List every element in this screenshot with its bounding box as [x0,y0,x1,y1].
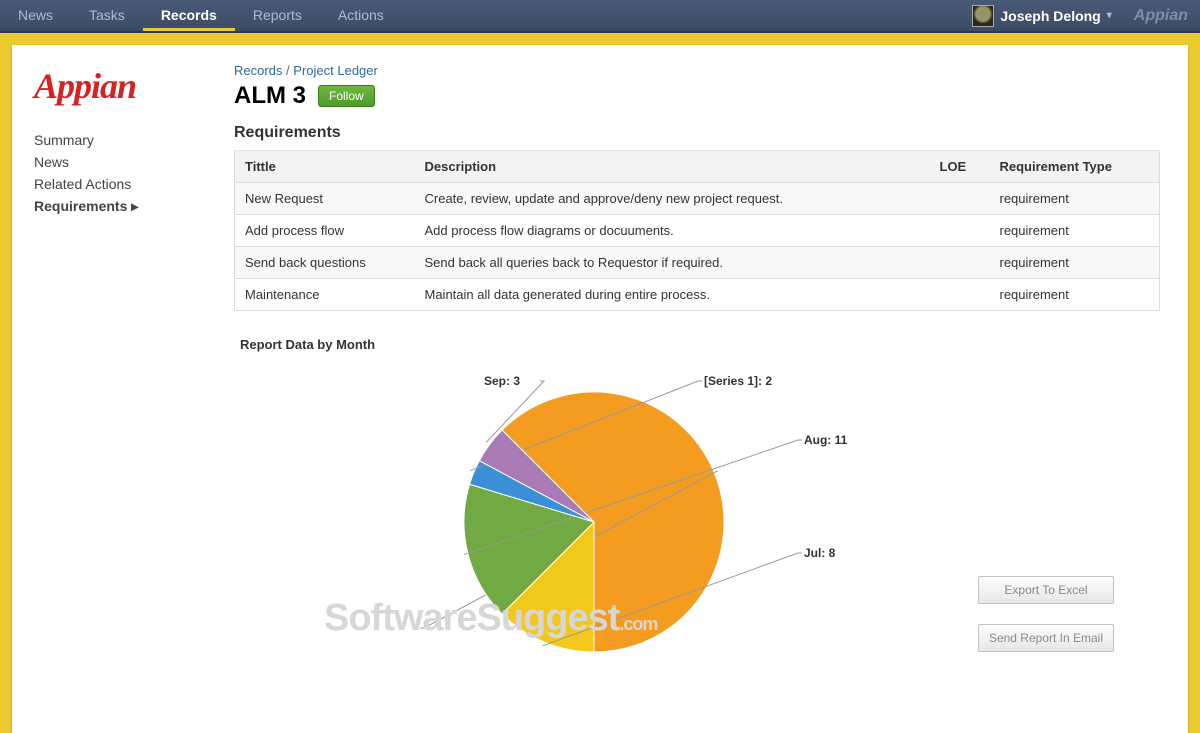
main-content: Records / Project Ledger ALM 3 Follow Re… [222,45,1188,733]
th-loe[interactable]: LOE [930,151,990,183]
user-menu[interactable]: Joseph Delong ▾ [972,0,1121,31]
cell-title: Add process flow [235,215,415,247]
cell-type: requirement [990,279,1160,311]
section-title: Requirements [234,124,1160,142]
cell-desc: Create, review, update and approve/deny … [415,183,930,215]
pie-label: Sep: 3 [484,374,520,388]
nav-actions[interactable]: Actions [320,0,402,31]
cell-type: requirement [990,183,1160,215]
chevron-down-icon: ▾ [1107,10,1112,21]
th-title[interactable]: Tittle [235,151,415,183]
sidebar-item-news[interactable]: News [34,151,200,173]
avatar [972,5,994,27]
breadcrumb-project-ledger[interactable]: Project Ledger [293,63,378,78]
cell-type: requirement [990,215,1160,247]
pie-label: Oct: 40 [404,621,405,635]
nav-news[interactable]: News [0,0,71,31]
table-row[interactable]: New RequestCreate, review, update and ap… [235,183,1160,215]
th-desc[interactable]: Description [415,151,930,183]
nav-reports[interactable]: Reports [235,0,320,31]
app-logo: Appian [34,65,200,107]
sidebar-item-requirements[interactable]: Requirements ▸ [34,195,200,218]
breadcrumb: Records / Project Ledger [234,63,1160,78]
nav-records[interactable]: Records [143,0,235,31]
breadcrumb-records[interactable]: Records [234,63,282,78]
cell-title: New Request [235,183,415,215]
pie-label: [Series 1]: 2 [704,374,772,388]
pie-label: Jul: 8 [804,546,836,560]
page: Appian Summary News Related Actions Requ… [12,45,1188,733]
cell-loe [930,247,990,279]
cell-desc: Maintain all data generated during entir… [415,279,930,311]
sidebar-item-summary[interactable]: Summary [34,129,200,151]
send-email-button[interactable]: Send Report In Email [978,624,1114,652]
sidebar: Appian Summary News Related Actions Requ… [12,45,222,733]
brand-logo: Appian [1122,0,1200,31]
table-row[interactable]: Send back questionsSend back all queries… [235,247,1160,279]
cell-loe [930,279,990,311]
page-title: ALM 3 [234,82,306,110]
sidebar-item-related-actions[interactable]: Related Actions [34,173,200,195]
export-excel-button[interactable]: Export To Excel [978,576,1114,604]
cell-desc: Add process flow diagrams or docuuments. [415,215,930,247]
th-type[interactable]: Requirement Type [990,151,1160,183]
pie-label: Aug: 11 [804,433,848,447]
user-name: Joseph Delong [1000,8,1100,24]
cell-type: requirement [990,247,1160,279]
cell-title: Send back questions [235,247,415,279]
follow-button[interactable]: Follow [318,85,375,107]
chart-title: Report Data by Month [240,337,1160,352]
top-nav: News Tasks Records Reports Actions Josep… [0,0,1200,33]
cell-loe [930,215,990,247]
requirements-table: Tittle Description LOE Requirement Type … [234,150,1160,311]
cell-desc: Send back all queries back to Requestor … [415,247,930,279]
nav-tasks[interactable]: Tasks [71,0,143,31]
table-row[interactable]: Add process flowAdd process flow diagram… [235,215,1160,247]
table-row[interactable]: MaintenanceMaintain all data generated d… [235,279,1160,311]
cell-loe [930,183,990,215]
cell-title: Maintenance [235,279,415,311]
pie-chart: Oct: 40 Jul: 8 Aug: 11 [Series 1]: 2 Sep: 3 [404,372,924,665]
chart-area: Oct: 40Jul: 8Aug: 11[Series 1]: 2Sep: 3 … [234,362,1114,672]
